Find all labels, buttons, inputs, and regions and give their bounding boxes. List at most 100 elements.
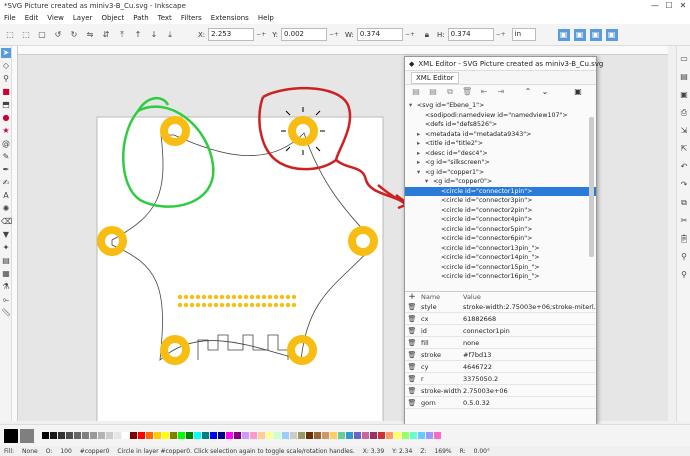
3dbox-tool-icon[interactable]: ⬒ <box>1 100 11 110</box>
menu-text[interactable]: Text <box>158 14 172 22</box>
color-swatch[interactable] <box>162 432 169 439</box>
header-pin-pad[interactable] <box>243 302 249 308</box>
color-swatch[interactable] <box>106 432 113 439</box>
xml-node[interactable]: <circle id="connector15pin_"> <box>405 263 596 273</box>
header-pin-pad[interactable] <box>255 294 261 300</box>
color-swatch[interactable] <box>154 432 161 439</box>
delete-attribute-icon[interactable]: 🗑︎ <box>405 303 419 311</box>
gradient-tool-icon[interactable]: ▤ <box>1 256 11 266</box>
add-attribute-button[interactable]: + <box>405 292 419 302</box>
attribute-value[interactable]: 4646722 <box>463 363 596 371</box>
duplicate-node-icon[interactable]: ⧉ <box>445 87 455 97</box>
expander-icon[interactable]: ▸ <box>417 139 425 149</box>
header-pin-pad[interactable] <box>183 294 189 300</box>
lower-node-icon[interactable]: ⌄ <box>540 87 550 97</box>
color-swatch[interactable] <box>322 432 329 439</box>
header-pin-pad[interactable] <box>183 302 189 308</box>
close-button[interactable]: ✕ <box>676 0 690 12</box>
bucket-tool-icon[interactable]: ▼ <box>1 230 11 240</box>
fill-value[interactable]: None <box>22 448 38 455</box>
color-swatch[interactable] <box>370 432 377 439</box>
expander-icon[interactable]: ▾ <box>425 177 433 187</box>
attribute-row[interactable]: 🗑︎ style stroke-width:2.75003e+06;stroke-m… <box>405 301 596 313</box>
color-swatch[interactable] <box>290 432 297 439</box>
color-swatch[interactable] <box>282 432 289 439</box>
rotation-value[interactable]: 0.00° <box>474 448 490 455</box>
expander-icon[interactable]: ▸ <box>417 149 425 159</box>
zoom-drawing-icon[interactable]: ⚲ <box>679 270 689 280</box>
color-swatch[interactable] <box>50 432 57 439</box>
y-input[interactable]: 0.002 <box>280 28 327 41</box>
menu-layer[interactable]: Layer <box>73 14 93 22</box>
header-pin-pad[interactable] <box>225 294 231 300</box>
flip-vertical-icon[interactable]: ⇵ <box>100 29 112 41</box>
spray-tool-icon[interactable]: ✺ <box>1 204 11 214</box>
color-swatch[interactable] <box>98 432 105 439</box>
color-swatch[interactable] <box>306 432 313 439</box>
print-icon[interactable]: ⎙ <box>679 108 689 118</box>
flip-horizontal-icon[interactable]: ⇋ <box>84 29 96 41</box>
color-swatch[interactable] <box>274 432 281 439</box>
pen-tool-icon[interactable]: ✒ <box>1 165 11 175</box>
header-pin-pad[interactable] <box>267 294 273 300</box>
lock-ratio-icon[interactable]: 🔒︎ <box>421 29 433 41</box>
color-swatch[interactable] <box>394 432 401 439</box>
color-swatch[interactable] <box>58 432 65 439</box>
attribute-row[interactable]: 🗑︎ gorn 0.5.0.32 <box>405 397 596 409</box>
current-layer[interactable]: #copper0 <box>80 448 110 455</box>
attribute-row[interactable]: 🗑︎ fill none <box>405 337 596 349</box>
color-swatch[interactable] <box>146 432 153 439</box>
attribute-value[interactable]: 0.5.0.32 <box>463 399 596 407</box>
header-pin-pad[interactable] <box>189 294 195 300</box>
attribute-value[interactable]: 2.75003e+06 <box>463 387 596 395</box>
color-swatch[interactable] <box>426 432 433 439</box>
tree-scrollbar[interactable] <box>589 117 594 257</box>
header-pin-pad[interactable] <box>261 294 267 300</box>
menu-view[interactable]: View <box>47 14 64 22</box>
expander-icon[interactable]: ▸ <box>417 158 425 168</box>
attribute-value[interactable]: 61882668 <box>463 315 596 323</box>
scale-corners-icon[interactable]: ▣ <box>573 28 586 41</box>
unit-select[interactable]: in <box>511 28 536 41</box>
xml-node[interactable]: <sodipodi:namedview id="namedview107"> <box>405 111 596 121</box>
delete-attribute-icon[interactable]: 🗑︎ <box>405 339 419 347</box>
header-pin-pad[interactable] <box>291 302 297 308</box>
raise-node-icon[interactable]: ⌃ <box>523 87 533 97</box>
mesh-tool-icon[interactable]: ▦ <box>1 269 11 279</box>
color-swatch[interactable] <box>330 432 337 439</box>
import-icon[interactable]: ⇲ <box>679 126 689 136</box>
color-swatch[interactable] <box>250 432 257 439</box>
xml-node[interactable]: <circle id="connector13pin_"> <box>405 244 596 254</box>
header-pin-pad[interactable] <box>225 302 231 308</box>
color-swatch[interactable] <box>138 432 145 439</box>
x-spinner-icon[interactable]: −+ <box>256 31 266 38</box>
header-pin-pad[interactable] <box>189 302 195 308</box>
deselect-icon[interactable]: ▢ <box>36 29 48 41</box>
x-input[interactable]: 2.253 <box>208 28 255 41</box>
expander-icon[interactable]: ▾ <box>409 101 417 111</box>
color-swatch[interactable] <box>66 432 73 439</box>
y-spinner-icon[interactable]: −+ <box>329 31 339 38</box>
color-swatch[interactable] <box>266 432 273 439</box>
xml-node[interactable]: ▾ <g id="copper0"> <box>405 177 596 187</box>
lower-icon[interactable]: ↓ <box>148 29 160 41</box>
header-pin-pad[interactable] <box>201 294 207 300</box>
h-spinner-icon[interactable]: −+ <box>496 31 506 38</box>
zoom-selection-icon[interactable]: ⚲ <box>679 252 689 262</box>
header-pin-pad[interactable] <box>195 302 201 308</box>
color-swatch[interactable] <box>362 432 369 439</box>
header-pin-pad[interactable] <box>219 302 225 308</box>
paste-icon[interactable]: 📋︎ <box>679 234 689 244</box>
undo-icon[interactable]: ↶ <box>679 162 689 172</box>
xml-node[interactable]: <circle id="connector2pin"> <box>405 206 596 216</box>
attribute-name[interactable]: r <box>419 375 463 383</box>
connector-tool-icon[interactable]: ⟜ <box>1 295 11 305</box>
minimize-button[interactable]: — <box>648 0 662 12</box>
unindent-node-icon[interactable]: ⇤ <box>479 87 489 97</box>
color-swatch[interactable] <box>346 432 353 439</box>
color-swatch[interactable] <box>122 432 129 439</box>
color-swatch[interactable] <box>378 432 385 439</box>
color-swatch[interactable] <box>258 432 265 439</box>
delete-attribute-icon[interactable]: 🗑︎ <box>405 351 419 359</box>
xml-node[interactable]: ▸ <g id="silkscreen"> <box>405 158 596 168</box>
